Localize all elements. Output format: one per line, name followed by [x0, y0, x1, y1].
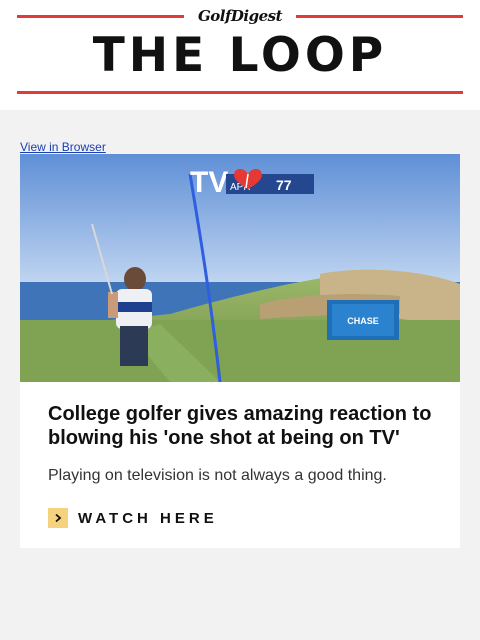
hero-image[interactable]: CHASE TV APR 77 [20, 154, 460, 382]
hero-overlay-number: 77 [276, 177, 292, 193]
hero-overlay-title: TV [190, 166, 228, 199]
golf-digest-logo[interactable]: GolfDigest [184, 3, 296, 29]
masthead-title: THE LOOP [92, 28, 388, 83]
header-rule-bottom [17, 91, 463, 94]
view-in-browser-link[interactable]: View in Browser [20, 140, 106, 154]
article-title[interactable]: College golfer gives amazing reaction to… [48, 402, 443, 450]
watch-here-label: WATCH HERE [78, 509, 218, 527]
brand-name: GolfDigest [197, 7, 283, 25]
article-description: Playing on television is not always a go… [48, 467, 387, 484]
email-header: GolfDigest THE LOOP [0, 0, 480, 110]
hero-image-scene: CHASE TV APR 77 [20, 154, 460, 382]
watch-here-button[interactable]: WATCH HERE [48, 508, 218, 528]
chevron-right-icon [48, 508, 68, 528]
article-card: CHASE TV APR 77 College golfer gives ama… [20, 154, 460, 548]
chase-sign-text: CHASE [347, 316, 379, 326]
